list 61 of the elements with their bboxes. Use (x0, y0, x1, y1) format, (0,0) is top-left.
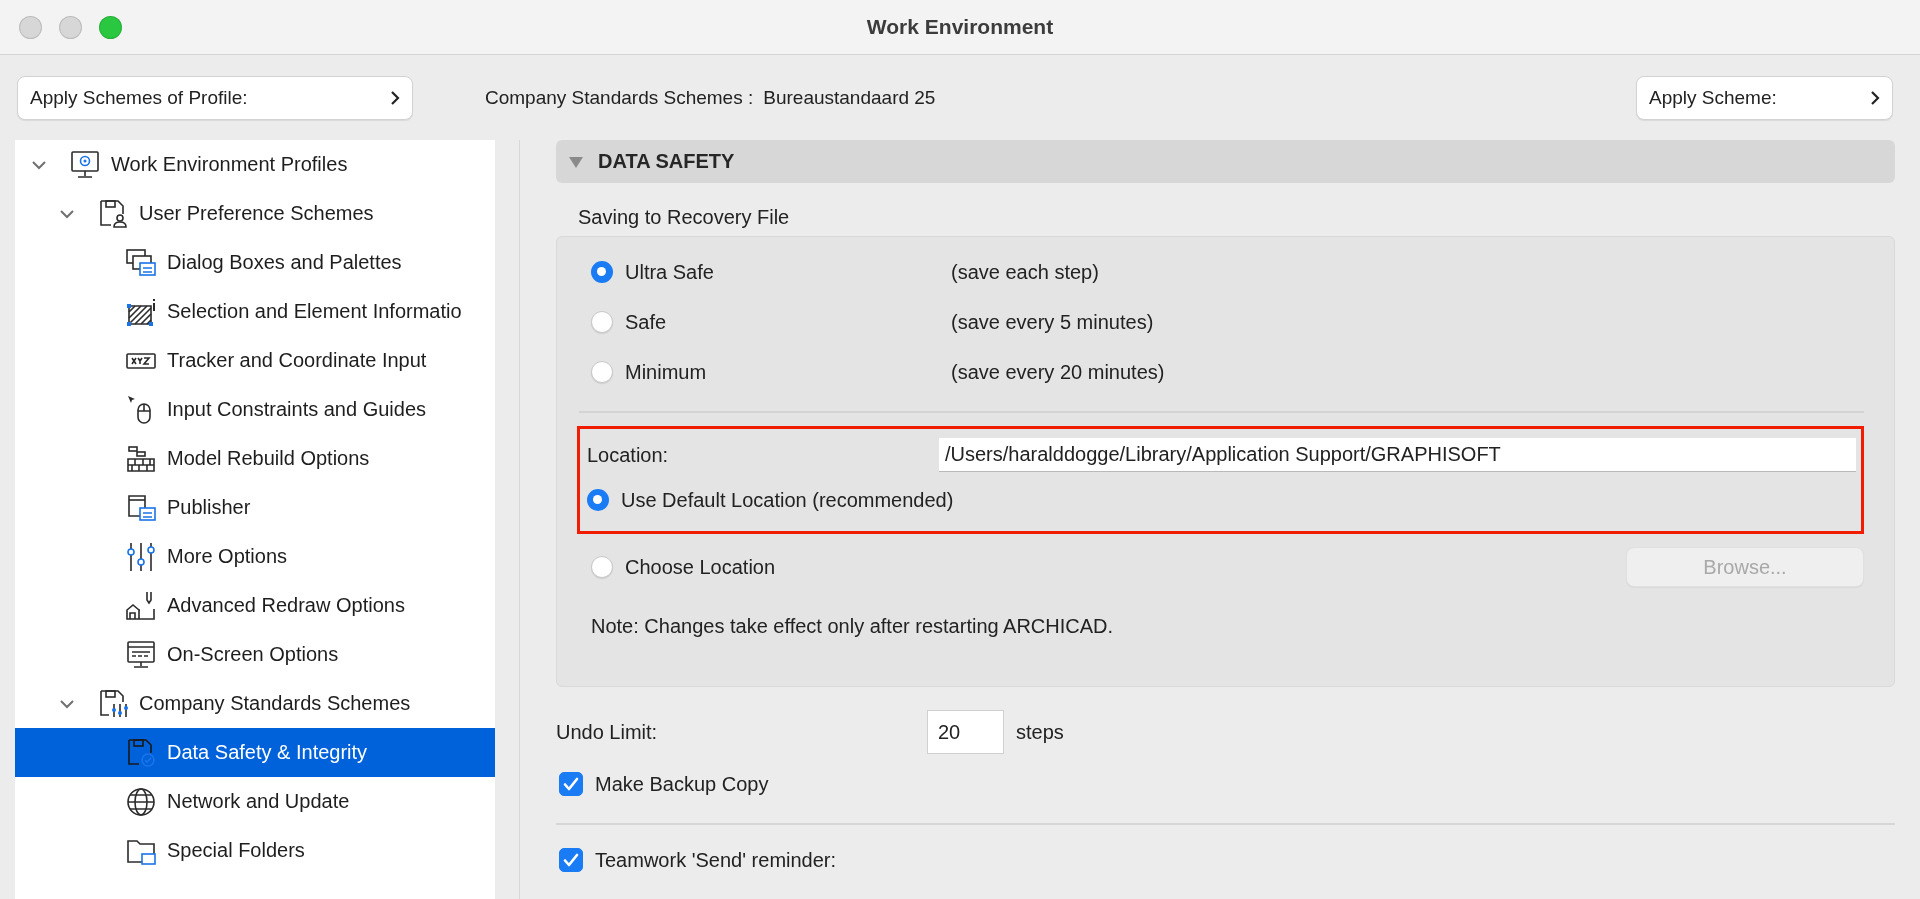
checkbox-label: Make Backup Copy (595, 772, 769, 796)
option-note: (save every 20 minutes) (951, 360, 1165, 384)
sliders-icon (125, 540, 157, 573)
monitor-icon (125, 638, 157, 671)
option-note: (save every 5 minutes) (951, 310, 1154, 334)
location-field[interactable]: /Users/haralddogge/Library/Application Support/GRAPHISOFT (939, 438, 1856, 472)
location-label: Location: (587, 443, 670, 467)
tree-item[interactable]: Company Standards Schemes (15, 679, 495, 728)
option-label: Minimum (625, 360, 708, 384)
section-header[interactable]: DATA SAFETY (556, 140, 1895, 183)
disclosure-chevron-icon[interactable] (31, 159, 47, 170)
globe-icon (125, 785, 157, 818)
floppy-check-icon (125, 736, 157, 769)
tree-item[interactable]: User Preference Schemes (15, 189, 495, 238)
tree-item[interactable]: Selection and Element Informatio (15, 287, 495, 336)
undo-field[interactable]: 20 (927, 710, 1004, 754)
disclosure-chevron-icon[interactable] (59, 208, 75, 219)
tree-item[interactable]: Special Folders (15, 826, 495, 875)
undo-label: Undo Limit: (556, 720, 659, 744)
window-title: Work Environment (866, 15, 1054, 38)
house-pen-icon (125, 589, 157, 622)
checkbox[interactable] (559, 772, 583, 796)
option-label: Choose Location (625, 555, 776, 579)
option-label: Ultra Safe (625, 260, 715, 284)
option-label: Use Default Location (recommended) (621, 488, 954, 512)
tree-item[interactable]: On-Screen Options (15, 630, 495, 679)
tree-item[interactable]: More Options (15, 532, 495, 581)
tree-item[interactable]: Tracker and Coordinate Input (15, 336, 495, 385)
radio-button[interactable] (591, 556, 613, 578)
floppy-sliders-icon (97, 687, 129, 720)
scheme-label: Company Standards Schemes : (485, 86, 754, 109)
monitor-gear-icon (69, 148, 101, 181)
chevron-icon (390, 89, 400, 106)
apply-profile-button[interactable]: Apply Schemes of Profile: (17, 75, 413, 120)
radio-button[interactable] (591, 261, 613, 283)
option-label: Safe (625, 310, 668, 334)
radio-button[interactable] (587, 489, 609, 511)
scheme-value: Bureaustandaard 25 (763, 86, 936, 109)
group-caption: Saving to Recovery File (578, 206, 791, 230)
radio-button[interactable] (591, 311, 613, 333)
tree-item[interactable]: Advanced Redraw Options (15, 581, 495, 630)
section-title: DATA SAFETY (598, 150, 735, 173)
chevron-icon (1870, 89, 1880, 106)
radio-button[interactable] (591, 361, 613, 383)
note-text: Note: Changes take effect only after restarting ARCHICAD. (591, 615, 1115, 638)
windows-icon (125, 246, 157, 279)
tree-item[interactable]: Publisher (15, 483, 495, 532)
floppy-person-icon (97, 197, 129, 230)
tree-item[interactable]: Model Rebuild Options (15, 434, 495, 483)
tree-item[interactable]: Data Safety & Integrity (15, 728, 495, 777)
disclosure-chevron-icon[interactable] (59, 698, 75, 709)
tree-item[interactable]: Dialog Boxes and Palettes (15, 238, 495, 287)
apply-scheme-button[interactable]: Apply Scheme: (1636, 75, 1893, 120)
checkbox-label: Teamwork 'Send' reminder: (595, 848, 837, 872)
option-note: (save each step) (951, 260, 1099, 284)
tree-item[interactable]: Network and Update (15, 777, 495, 826)
zoom-button[interactable] (99, 15, 122, 39)
checkbox[interactable] (559, 848, 583, 872)
unit-label: steps (1016, 720, 1064, 744)
tree-item[interactable]: Input Constraints and Guides (15, 385, 495, 434)
tree-item[interactable]: Work Environment Profiles (15, 140, 495, 189)
